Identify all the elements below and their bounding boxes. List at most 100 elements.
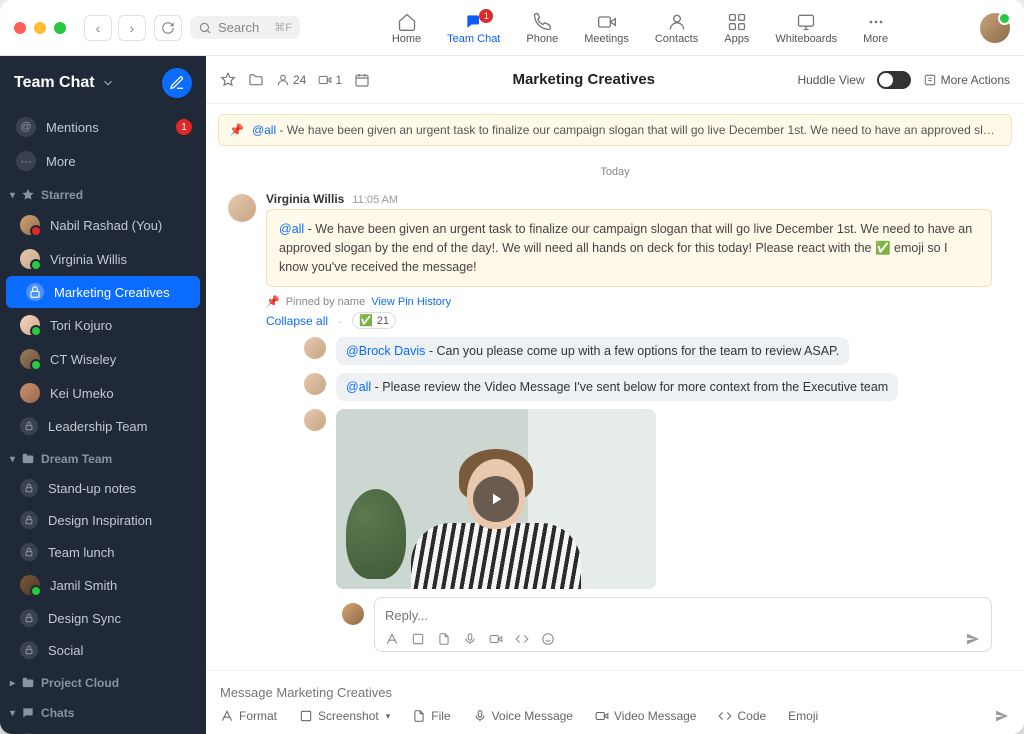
section-project-cloud[interactable]: ▸ Project Cloud [0,666,206,696]
compose-input[interactable] [220,677,1010,708]
avatar-icon[interactable] [304,409,326,431]
nav-apps[interactable]: Apps [724,11,749,45]
sidebar-item-label: Marketing Creatives [54,285,170,300]
sidebar-item-social[interactable]: Social [0,634,206,666]
minimize-window-button[interactable] [34,22,46,34]
screenshot-button[interactable]: Screenshot▾ [299,709,390,723]
search-shortcut: ⌘F [274,21,292,34]
window-controls [14,22,66,34]
format-icon[interactable] [385,632,399,646]
section-dream-team[interactable]: ▾ Dream Team [0,442,206,472]
sidebar-item-standup[interactable]: Stand-up notes [0,472,206,504]
files-button[interactable] [248,72,264,88]
chevron-down-icon: ▾ [386,711,391,722]
nav-home[interactable]: Home [392,11,421,45]
mention[interactable]: @Brock Davis [346,344,425,358]
sidebar-item-leadership[interactable]: Leadership Team [0,410,206,442]
nav-more[interactable]: More [863,11,888,45]
voice-button[interactable]: Voice Message [473,709,573,723]
nav-team-chat[interactable]: 1 Team Chat [447,11,500,45]
video-icon [596,11,618,33]
sidebar-item-kei[interactable]: Kei Umeko [0,376,206,410]
file-button[interactable]: File [412,709,450,723]
emoji-button[interactable]: Emoji [788,709,818,723]
message-author[interactable]: Virginia Willis [266,192,344,206]
code-button[interactable]: Code [718,709,766,723]
avatar-icon[interactable] [304,337,326,359]
reply-message: @all - Please review the Video Message I… [304,373,992,401]
sidebar-item-jamil[interactable]: Jamil Smith [0,568,206,602]
lock-icon [20,511,38,529]
sidebar-item-ct[interactable]: CT Wiseley [0,342,206,376]
profile-avatar[interactable] [980,13,1010,43]
calendar-button[interactable] [354,72,370,88]
close-window-button[interactable] [14,22,26,34]
reaction-chip[interactable]: ✅ 21 [352,312,396,329]
nav-whiteboards[interactable]: Whiteboards [775,11,837,45]
mention-all[interactable]: @all [279,222,304,236]
pinned-banner[interactable]: 📌 @all - We have been given an urgent ta… [218,114,1012,146]
collapse-all-link[interactable]: Collapse all [266,314,328,328]
nav-badge: 1 [479,9,493,23]
sidebar-header: Team Chat [0,56,206,110]
sidebar-item-design-sync[interactable]: Design Sync [0,602,206,634]
nav-contacts[interactable]: Contacts [655,11,698,45]
more-actions-button[interactable]: More Actions [923,73,1010,87]
mic-icon[interactable] [463,632,477,646]
maximize-window-button[interactable] [54,22,66,34]
sidebar-item-design-insp[interactable]: Design Inspiration [0,504,206,536]
sidebar-item-virginia[interactable]: Virginia Willis [0,242,206,276]
nav-label: Contacts [655,33,698,45]
sidebar-more[interactable]: ⋯ More [0,144,206,178]
refresh-button[interactable] [154,15,182,41]
sidebar-item-label: Mentions [46,120,99,135]
lock-icon [20,417,38,435]
compose-button[interactable] [162,68,192,98]
send-icon[interactable] [965,631,981,647]
file-icon[interactable] [437,632,451,646]
sidebar-item-nabil[interactable]: Nabil Rashad (You) [0,208,206,242]
sidebar-item-tori[interactable]: Tori Kojuro [0,308,206,342]
chevron-down-icon[interactable] [101,76,115,90]
lock-icon [26,283,44,301]
members-button[interactable]: 24 [276,73,306,87]
code-icon[interactable] [515,632,529,646]
mention-all: @all [252,123,276,137]
back-button[interactable]: ‹ [84,15,112,41]
search-input[interactable]: Search ⌘F [190,16,300,39]
video-rec-icon[interactable] [489,632,503,646]
nav-meetings[interactable]: Meetings [584,11,629,45]
screenshot-icon[interactable] [411,632,425,646]
video-count-button[interactable]: 1 [318,73,342,87]
send-button[interactable] [994,708,1010,724]
lock-icon [20,479,38,497]
view-pin-history-link[interactable]: View Pin History [371,296,451,308]
sidebar-item-marketing-creatives[interactable]: Marketing Creatives [6,276,200,308]
mention[interactable]: @all [346,380,371,394]
chevron-down-icon: ▾ [10,708,15,719]
message-time: 11:05 AM [352,194,398,206]
reply-input[interactable] [385,604,981,627]
video-attachment[interactable] [336,409,656,589]
more-icon [865,11,887,33]
folder-icon [21,676,35,690]
video-msg-button[interactable]: Video Message [595,709,697,723]
sidebar-item-label: Virginia Willis [50,252,127,267]
avatar-icon[interactable] [228,194,256,222]
sidebar-item-team-lunch[interactable]: Team lunch [0,536,206,568]
sidebar-item-brainstorming[interactable]: Brainstorming [0,726,206,734]
nav-phone[interactable]: Phone [526,11,558,45]
emoji-icon[interactable] [541,632,555,646]
sidebar-mentions[interactable]: @ Mentions 1 [0,110,206,144]
avatar-icon[interactable] [304,373,326,395]
huddle-toggle[interactable] [877,71,911,89]
section-label: Starred [41,188,83,202]
avatar-icon [20,383,40,403]
forward-button[interactable]: › [118,15,146,41]
banner-text: - We have been given an urgent task to f… [276,123,1001,137]
format-button[interactable]: Format [220,709,277,723]
star-channel-button[interactable] [220,72,236,88]
section-starred[interactable]: ▾ Starred [0,178,206,208]
nav-label: Home [392,33,421,45]
section-chats[interactable]: ▾ Chats [0,696,206,726]
